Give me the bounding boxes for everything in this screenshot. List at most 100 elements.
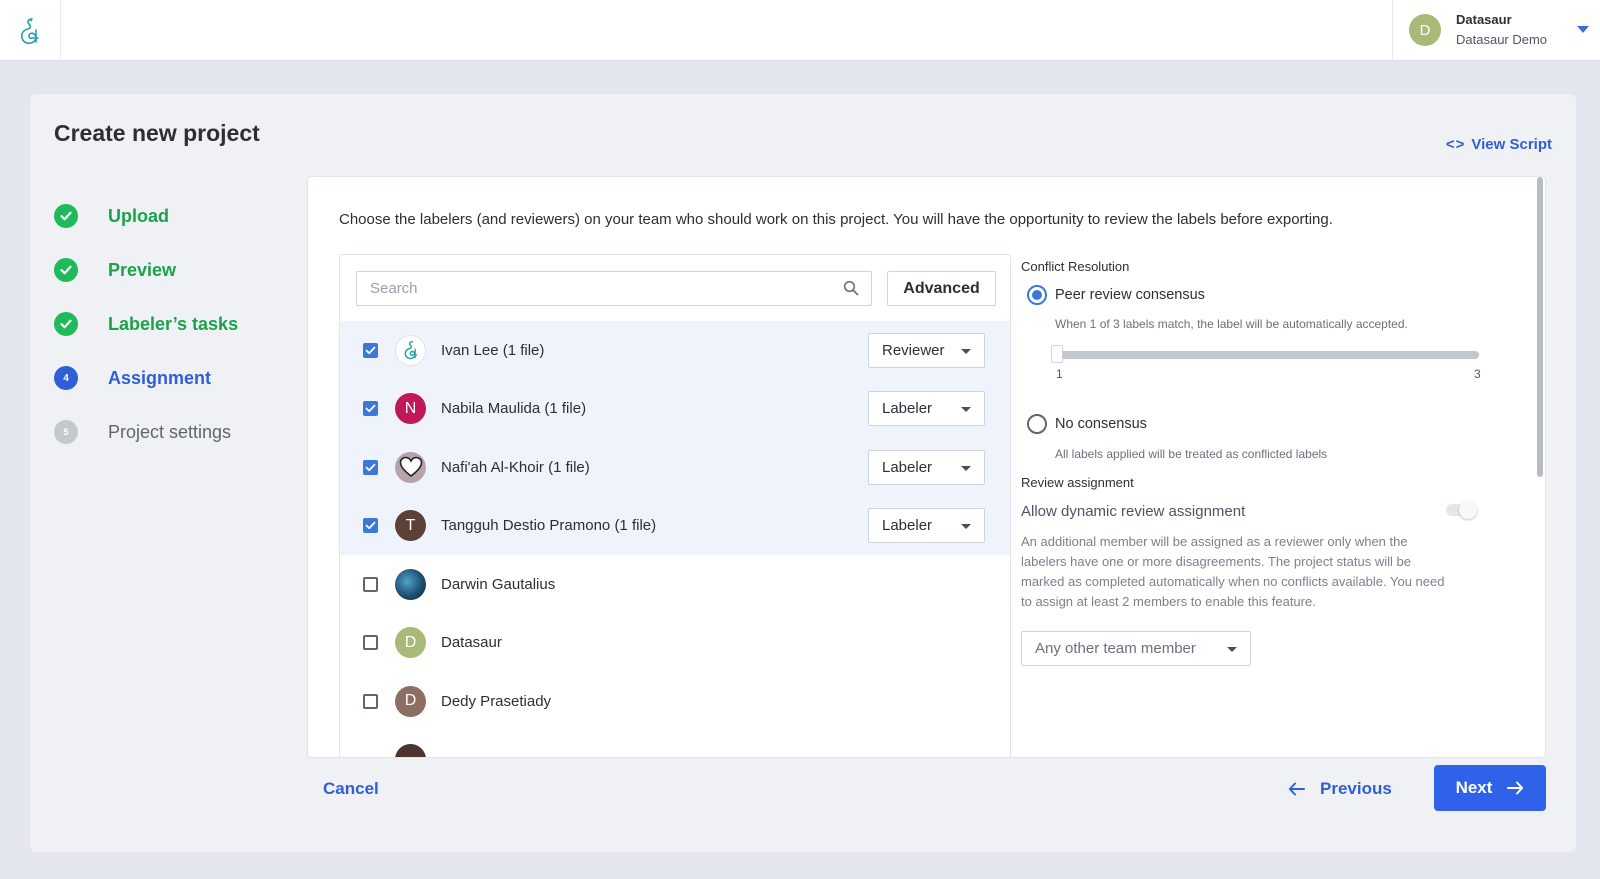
member-name: Nafi'ah Al-Khoir (1 file) (441, 458, 590, 476)
no-consensus-hint: All labels applied will be treated as co… (1055, 447, 1328, 461)
member-checkbox[interactable] (363, 401, 378, 417)
role-value: Labeler (882, 458, 933, 476)
reviewer-member-select[interactable]: Any other team member (1021, 631, 1251, 666)
member-row[interactable]: Ivan Lee (1 file) Reviewer (340, 321, 1010, 380)
member-avatar: D (395, 685, 426, 717)
step-upload[interactable]: Upload (54, 204, 169, 228)
member-avatar (395, 451, 426, 483)
member-checkbox[interactable] (363, 693, 378, 709)
account-avatar: D (1409, 14, 1441, 46)
step-assignment[interactable]: 4 Assignment (54, 366, 211, 390)
account-team: Datasaur Demo (1456, 32, 1548, 47)
page-title: Create new project (54, 120, 260, 146)
search-icon[interactable] (843, 280, 859, 301)
heart-icon (399, 456, 422, 478)
next-button[interactable]: Next (1434, 765, 1546, 811)
step-label: Assignment (108, 367, 212, 388)
member-list: Advanced Ivan Lee (1 file) Reviewer (339, 254, 1011, 757)
assignment-panel: Choose the labelers (and reviewers) on y… (307, 176, 1546, 758)
panel-scrollbar[interactable] (1537, 177, 1543, 477)
role-select[interactable]: Labeler (868, 449, 985, 485)
conflict-resolution-title: Conflict Resolution (1021, 259, 1130, 274)
member-row[interactable]: D Dedy Prasetiady (340, 672, 1010, 731)
role-select[interactable]: Labeler (868, 391, 985, 427)
role-select[interactable]: Reviewer (868, 332, 985, 368)
caret-down-icon (961, 348, 971, 354)
caret-down-icon (961, 407, 971, 413)
peer-review-label: Peer review consensus (1055, 287, 1205, 303)
dynamic-review-label: Allow dynamic review assignment (1021, 503, 1246, 520)
member-checkbox[interactable] (363, 459, 378, 475)
arrow-right-icon (1507, 781, 1524, 795)
member-avatar: D (395, 627, 426, 659)
member-avatar (395, 744, 426, 757)
step-labelers-tasks[interactable]: Labeler’s tasks (54, 312, 238, 336)
caret-down-icon (1227, 647, 1237, 652)
check-icon (54, 258, 78, 282)
app-logo[interactable] (0, 0, 61, 61)
step-project-settings[interactable]: 5 Project settings (54, 420, 231, 444)
member-name: Dedy Prasetiady (441, 692, 552, 710)
member-name: Ivan Lee (1 file) (441, 341, 545, 359)
datasaur-logo-icon (20, 17, 39, 44)
consensus-slider[interactable] (1055, 351, 1479, 359)
options-column: Conflict Resolution Peer review consensu… (1021, 177, 1541, 757)
view-script-link[interactable]: <> View Script (1446, 136, 1552, 153)
member-checkbox[interactable] (363, 518, 378, 534)
step-number: 5 (54, 420, 78, 444)
cancel-button[interactable]: Cancel (323, 779, 379, 799)
member-name: Darwin Gautalius (441, 575, 556, 593)
check-icon (54, 204, 78, 228)
slider-max-label: 3 (1474, 367, 1481, 381)
caret-down-icon (961, 524, 971, 530)
no-consensus-label: No consensus (1055, 416, 1147, 432)
step-number: 4 (54, 366, 78, 390)
view-script-label: View Script (1471, 136, 1552, 153)
create-project-card: Create new project <> View Script Upload… (30, 94, 1576, 852)
slider-min-label: 1 (1056, 367, 1063, 381)
chevron-down-icon[interactable] (1577, 26, 1589, 33)
search-input[interactable] (357, 272, 817, 305)
account-menu[interactable]: D Datasaur Datasaur Demo (1392, 0, 1600, 61)
step-label: Preview (108, 259, 177, 280)
consensus-slider-handle[interactable] (1051, 345, 1063, 363)
dynamic-review-toggle[interactable] (1446, 501, 1477, 519)
no-consensus-option[interactable]: No consensus (1027, 414, 1147, 434)
member-name: Nabila Maulida (1 file) (441, 400, 587, 418)
caret-down-icon (961, 465, 971, 471)
peer-review-hint: When 1 of 3 labels match, the label will… (1055, 317, 1408, 331)
previous-label: Previous (1320, 779, 1392, 798)
member-name: Datasaur (441, 634, 502, 652)
member-avatar-photo (395, 568, 426, 600)
member-avatar: N (395, 393, 426, 425)
member-row[interactable]: T Tangguh Destio Pramono (1 file) Labele… (340, 496, 1010, 555)
member-checkbox[interactable] (363, 576, 378, 592)
member-checkbox[interactable] (363, 635, 378, 651)
peer-review-radio[interactable] (1027, 285, 1047, 305)
member-avatar: T (395, 510, 426, 542)
member-row[interactable]: D Datasaur (340, 614, 1010, 673)
datasaur-logo-icon (404, 341, 417, 360)
toggle-knob (1459, 501, 1477, 519)
peer-review-option[interactable]: Peer review consensus (1027, 285, 1205, 305)
review-assignment-title: Review assignment (1021, 475, 1134, 490)
member-row[interactable]: Nafi'ah Al-Khoir (1 file) Labeler (340, 438, 1010, 497)
member-row[interactable]: N Nabila Maulida (1 file) Labeler (340, 379, 1010, 438)
arrow-left-icon (1288, 782, 1305, 796)
role-value: Labeler (882, 400, 933, 418)
top-bar: D Datasaur Datasaur Demo (0, 0, 1600, 61)
advanced-button[interactable]: Advanced (887, 271, 996, 306)
member-checkbox[interactable] (363, 342, 378, 358)
dynamic-review-description: An additional member will be assigned as… (1021, 534, 1445, 609)
check-icon (54, 312, 78, 336)
role-select[interactable]: Labeler (868, 508, 985, 544)
search-field[interactable] (356, 271, 872, 306)
step-label: Upload (108, 205, 169, 226)
previous-button[interactable]: Previous (1288, 779, 1392, 799)
role-value: Reviewer (882, 341, 945, 359)
step-preview[interactable]: Preview (54, 258, 176, 282)
role-value: Labeler (882, 517, 933, 535)
member-row[interactable]: Darwin Gautalius (340, 555, 1010, 614)
no-consensus-radio[interactable] (1027, 414, 1047, 434)
reviewer-member-value: Any other team member (1035, 640, 1196, 657)
